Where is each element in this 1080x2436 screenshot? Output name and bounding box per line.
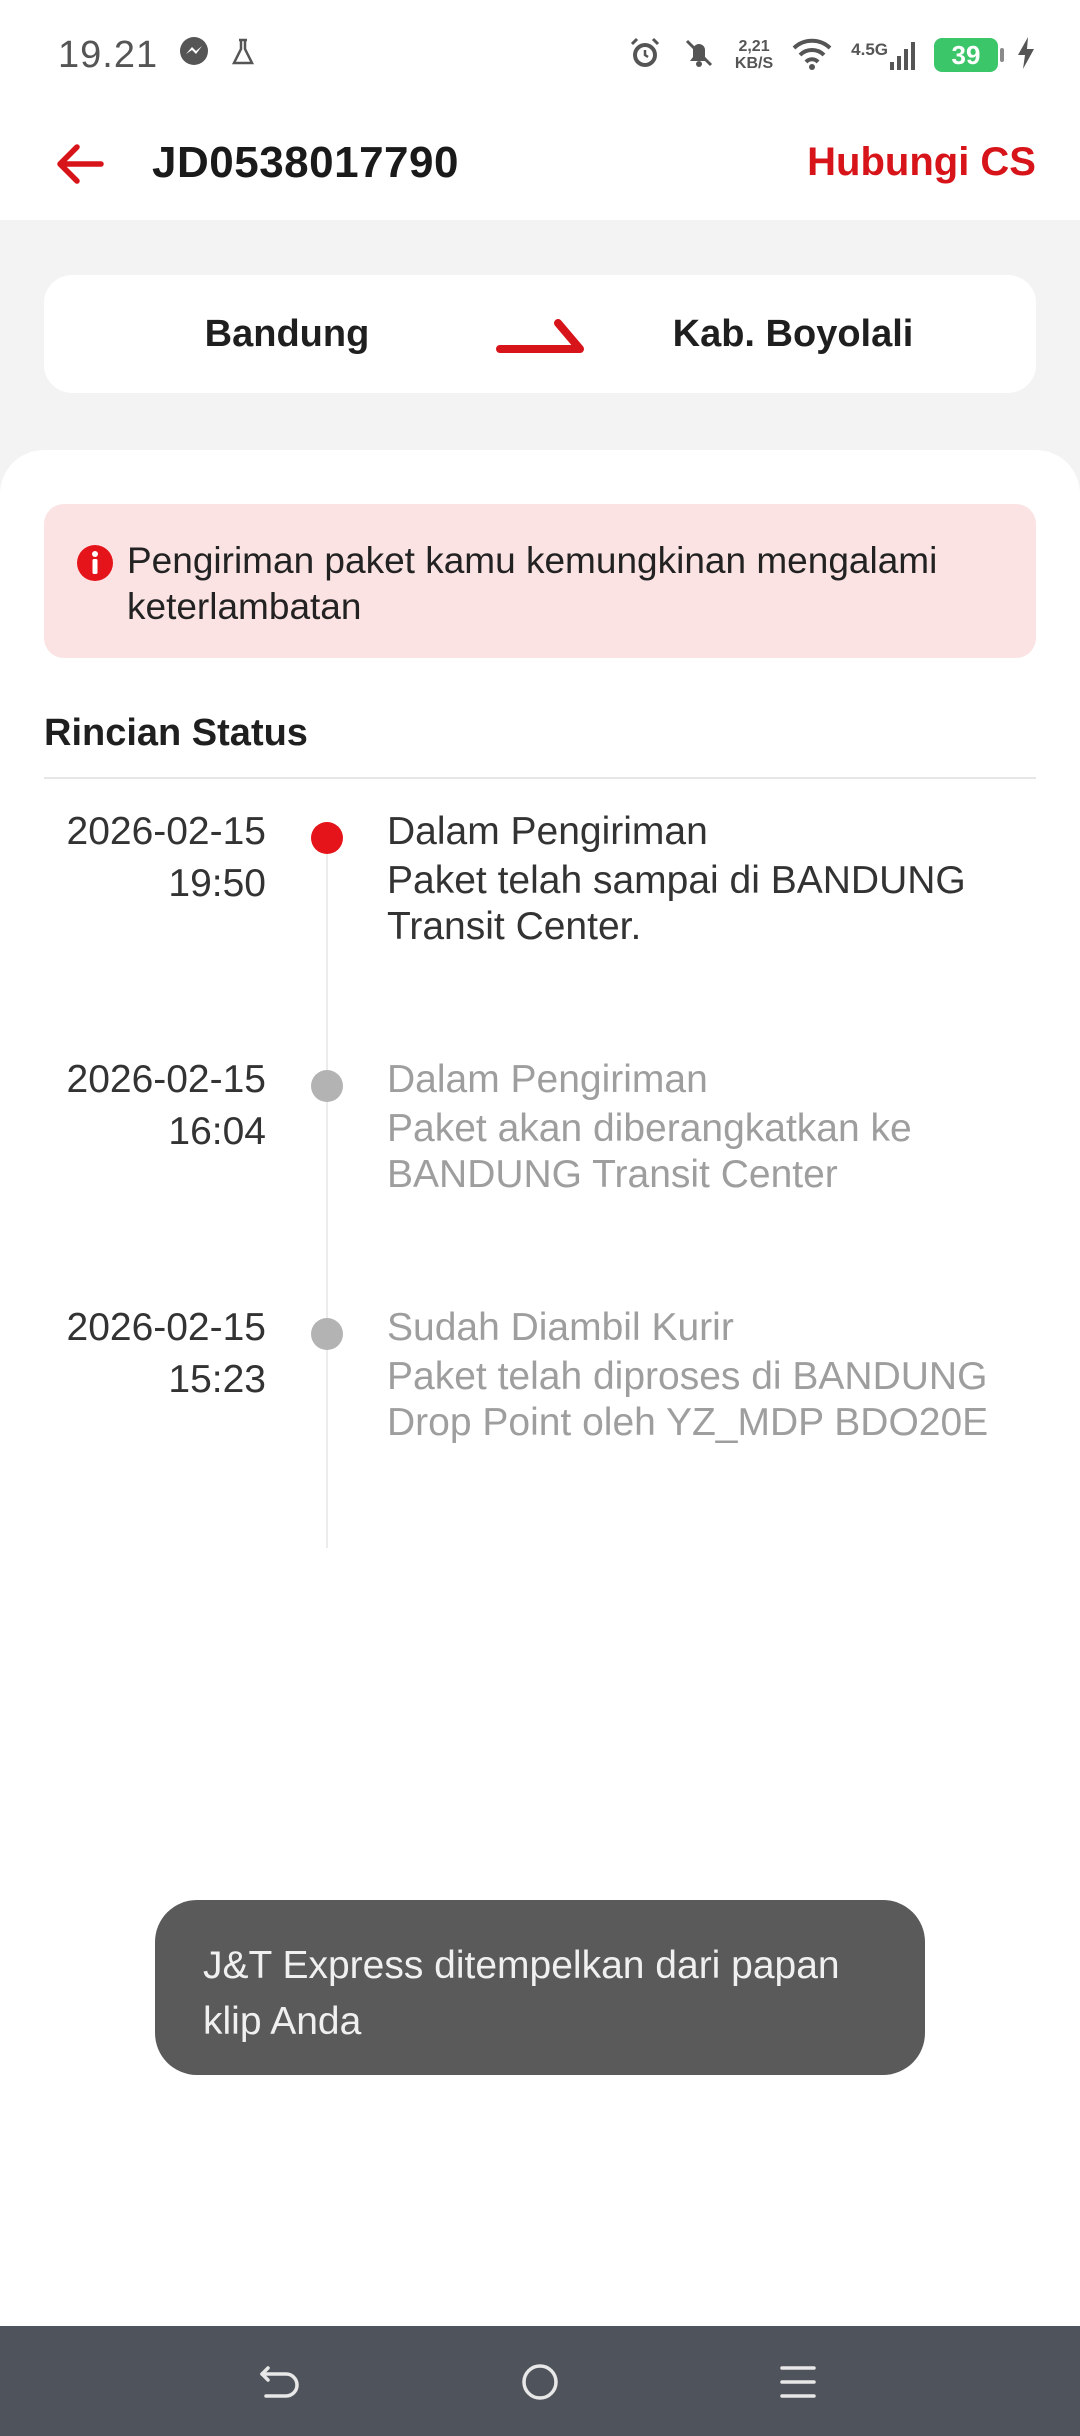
charging-bolt-icon (1016, 36, 1036, 75)
timeline-event: 2026-02-15 19:50 Dalam Pengiriman Paket … (0, 806, 1080, 1026)
contact-cs-button[interactable]: Hubungi CS (807, 140, 1036, 185)
nav-menu-icon (780, 2366, 816, 2398)
nav-home-button[interactable] (510, 2356, 570, 2408)
muted-bell-icon (681, 35, 717, 76)
timeline-event: 2026-02-15 15:23 Sudah Diambil Kurir Pak… (0, 1302, 1080, 1522)
system-nav-bar (0, 2326, 1080, 2436)
battery-indicator: 39 (934, 38, 1004, 72)
event-date: 2026-02-15 (66, 810, 267, 853)
event-status: Dalam Pengiriman (387, 1058, 708, 1101)
arrow-left-icon (57, 144, 104, 184)
event-time: 19:50 (168, 862, 266, 905)
event-description: Paket telah diproses di BANDUNG Drop Poi… (387, 1355, 989, 1444)
event-time: 15:23 (168, 1358, 266, 1401)
alarm-icon (627, 35, 663, 76)
section-title: Rincian Status (44, 712, 308, 754)
event-date: 2026-02-15 (66, 1306, 267, 1349)
clipboard-toast: J&T Express ditempelkan dari papan klip … (155, 1900, 925, 2075)
status-bar: 19.21 2,21 KB/S 4.5G 39 (0, 0, 1080, 110)
nav-home-icon (522, 2364, 558, 2400)
timeline-event: 2026-02-15 16:04 Dalam Pengiriman Paket … (0, 1054, 1080, 1274)
route-card: Bandung Kab. Boyolali (44, 275, 1036, 393)
messenger-icon (178, 34, 210, 77)
delay-warning-text: Pengiriman paket kamu kemungkinan mengal… (127, 540, 938, 627)
nav-back-button[interactable] (250, 2356, 310, 2408)
nav-recents-button[interactable] (768, 2356, 828, 2408)
event-datetime: 2026-02-15 15:23 (44, 1302, 267, 1406)
event-status: Dalam Pengiriman (387, 810, 708, 853)
event-description: Paket akan diberangkatkan ke BANDUNG Tra… (387, 1107, 912, 1196)
status-bar-left: 19.21 (58, 34, 256, 77)
route-destination: Kab. Boyolali (672, 313, 914, 355)
event-datetime: 2026-02-15 19:50 (44, 806, 267, 910)
waybill-number: JD0538017790 (152, 138, 459, 187)
timeline-dot (311, 1070, 343, 1102)
event-status: Sudah Diambil Kurir (387, 1306, 734, 1349)
lab-flask-icon (230, 34, 256, 77)
timeline-dot (311, 1318, 343, 1350)
cellular-signal-icon: 4.5G (851, 40, 916, 70)
event-time: 16:04 (168, 1110, 266, 1153)
wifi-icon (791, 36, 833, 75)
info-icon (77, 545, 113, 581)
network-speed: 2,21 KB/S (734, 38, 774, 72)
status-bar-right: 2,21 KB/S 4.5G 39 (627, 35, 1036, 76)
event-description: Paket telah sampai di BANDUNG Transit Ce… (387, 859, 966, 948)
delay-warning-banner: Pengiriman paket kamu kemungkinan mengal… (44, 504, 1036, 658)
app-header: JD0538017790 Hubungi CS (0, 110, 1080, 220)
route-origin: Bandung (204, 313, 370, 355)
event-datetime: 2026-02-15 16:04 (44, 1054, 267, 1158)
back-button[interactable] (50, 134, 110, 194)
divider (44, 777, 1036, 779)
nav-back-icon (260, 2366, 299, 2398)
timeline-dot-active (311, 822, 343, 854)
event-date: 2026-02-15 (66, 1058, 267, 1101)
clock: 19.21 (58, 33, 159, 76)
